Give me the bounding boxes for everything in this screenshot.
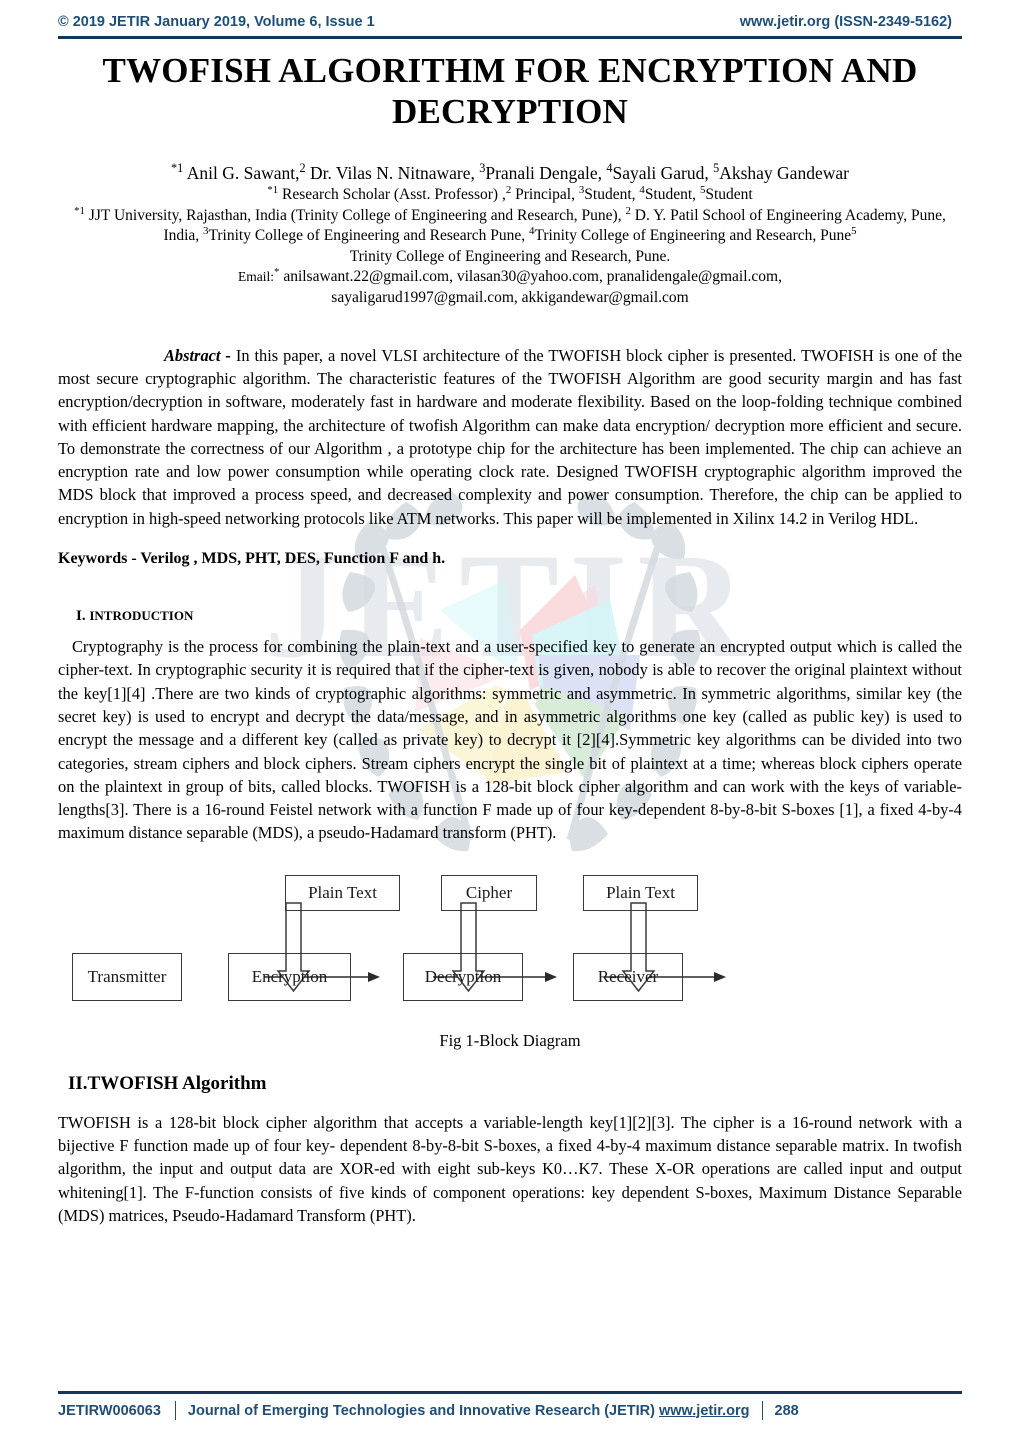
introduction-paragraph: Cryptography is the process for combinin… [58, 637, 962, 843]
author-name-5: Akshay Gandewar [719, 163, 849, 184]
role-sup-1: *1 [267, 183, 279, 196]
page-title: TWOFISH ALGORITHM FOR ENCRYPTION AND DEC… [102, 51, 918, 131]
footer-divider-1 [174, 1401, 176, 1420]
running-head: © 2019 JETIR January 2019, Volume 6, Iss… [58, 0, 962, 30]
affiliation-5: Trinity College of Engineering and Resea… [349, 248, 671, 266]
header-rule [58, 36, 962, 39]
author-name-2: Dr. Vilas N. Nitnaware, [310, 163, 475, 184]
affil-sup-5: 5 [851, 225, 857, 238]
page-content: © 2019 JETIR January 2019, Volume 6, Iss… [0, 0, 1020, 1227]
keywords-line: Keywords - Verilog , MDS, PHT, DES, Func… [58, 550, 446, 568]
footer-rule [58, 1391, 962, 1394]
affiliation-3: Trinity College of Engineering and Resea… [208, 227, 526, 245]
email-line-1: Email:* anilsawant.22@gmail.com, vilasan… [58, 267, 962, 287]
author-name-4: Sayali Garud, [612, 163, 709, 184]
figure-caption: Fig 1-Block Diagram [439, 1030, 581, 1050]
affil-sup-1: *1 [74, 204, 85, 217]
author-role-1: Research Scholar (Asst. Professor) , [281, 185, 506, 203]
author-sup-2: 2 [299, 161, 306, 176]
footer-article-code: JETIRW006063 [58, 1402, 161, 1419]
section-title-1: INTRODUCTION [89, 608, 194, 624]
email-line-2: sayaligarud1997@gmail.com, akkigandewar@… [331, 288, 689, 306]
footer-row: JETIRW006063 Journal of Emerging Technol… [58, 1401, 962, 1420]
authors-block: *1 Anil G. Sawant,2 Dr. Vilas N. Nitnawa… [58, 162, 962, 307]
footer-page-number: 288 [774, 1402, 799, 1419]
affiliation-1: JJT University, Rajasthan, India (Trinit… [88, 206, 622, 224]
figure-block-diagram: Plain Text Cipher Plain Text Transmitter… [58, 867, 962, 1017]
emails-1: anilsawant.22@gmail.com, vilasan30@yahoo… [283, 268, 782, 286]
author-name-1: Anil G. Sawant, [186, 163, 300, 184]
figure-box-plain-text-2: Plain Text [583, 874, 698, 911]
author-names-line: *1 Anil G. Sawant,2 Dr. Vilas N. Nitnawa… [58, 162, 962, 184]
affiliation-4: Trinity College of Engineering and Resea… [534, 227, 852, 245]
running-head-right: www.jetir.org (ISSN-2349-5162) [739, 14, 952, 30]
figure-box-encryption: Encryption [228, 952, 351, 1001]
affil-sup-2: 2 [625, 204, 631, 217]
author-role-2: Principal, [515, 185, 575, 203]
figure-box-cipher: Cipher [441, 874, 537, 911]
paper-page: JETIR © 2019 JETIR January 2019, Volume … [0, 0, 1020, 1442]
figure-box-plain-text-1: Plain Text [285, 874, 400, 911]
page-footer: JETIRW006063 Journal of Emerging Technol… [58, 1391, 962, 1420]
author-role-3: Student, [584, 185, 636, 203]
footer-journal-name: Journal of Emerging Technologies and Inn… [187, 1402, 655, 1419]
affiliations-line: *1 JJT University, Rajasthan, India (Tri… [58, 204, 962, 248]
author-role-5: Student [705, 185, 753, 203]
abstract-text: In this paper, a novel VLSI architecture… [58, 345, 962, 528]
footer-url-link[interactable]: www.jetir.org [659, 1403, 750, 1419]
figure-box-receiver: Receiver [573, 952, 683, 1001]
author-role-4: Student, [644, 185, 697, 203]
role-sup-2: 2 [505, 183, 512, 196]
abstract-paragraph: Abstract - In this paper, a novel VLSI a… [58, 344, 962, 530]
figure-box-transmitter: Transmitter [72, 952, 182, 1001]
author-roles-line: *1 Research Scholar (Asst. Professor) ,2… [58, 183, 962, 205]
section-number-1: I. [76, 608, 86, 625]
email-sup: * [274, 266, 280, 279]
section-heading-twofish-algorithm: II.TWOFISH Algorithm [68, 1072, 267, 1094]
figure-box-decryption: Decryption [403, 952, 523, 1001]
abstract-label: Abstract - [164, 345, 231, 365]
author-sup-1: *1 [171, 161, 184, 176]
section-heading-introduction: I. INTRODUCTION [76, 608, 962, 625]
footer-divider-2 [761, 1401, 763, 1420]
email-label: Email: [238, 269, 275, 285]
running-head-left: © 2019 JETIR January 2019, Volume 6, Iss… [58, 14, 375, 30]
twofish-algorithm-paragraph: TWOFISH is a 128-bit block cipher algori… [58, 1112, 962, 1225]
author-name-3: Pranali Dengale, [485, 163, 602, 184]
